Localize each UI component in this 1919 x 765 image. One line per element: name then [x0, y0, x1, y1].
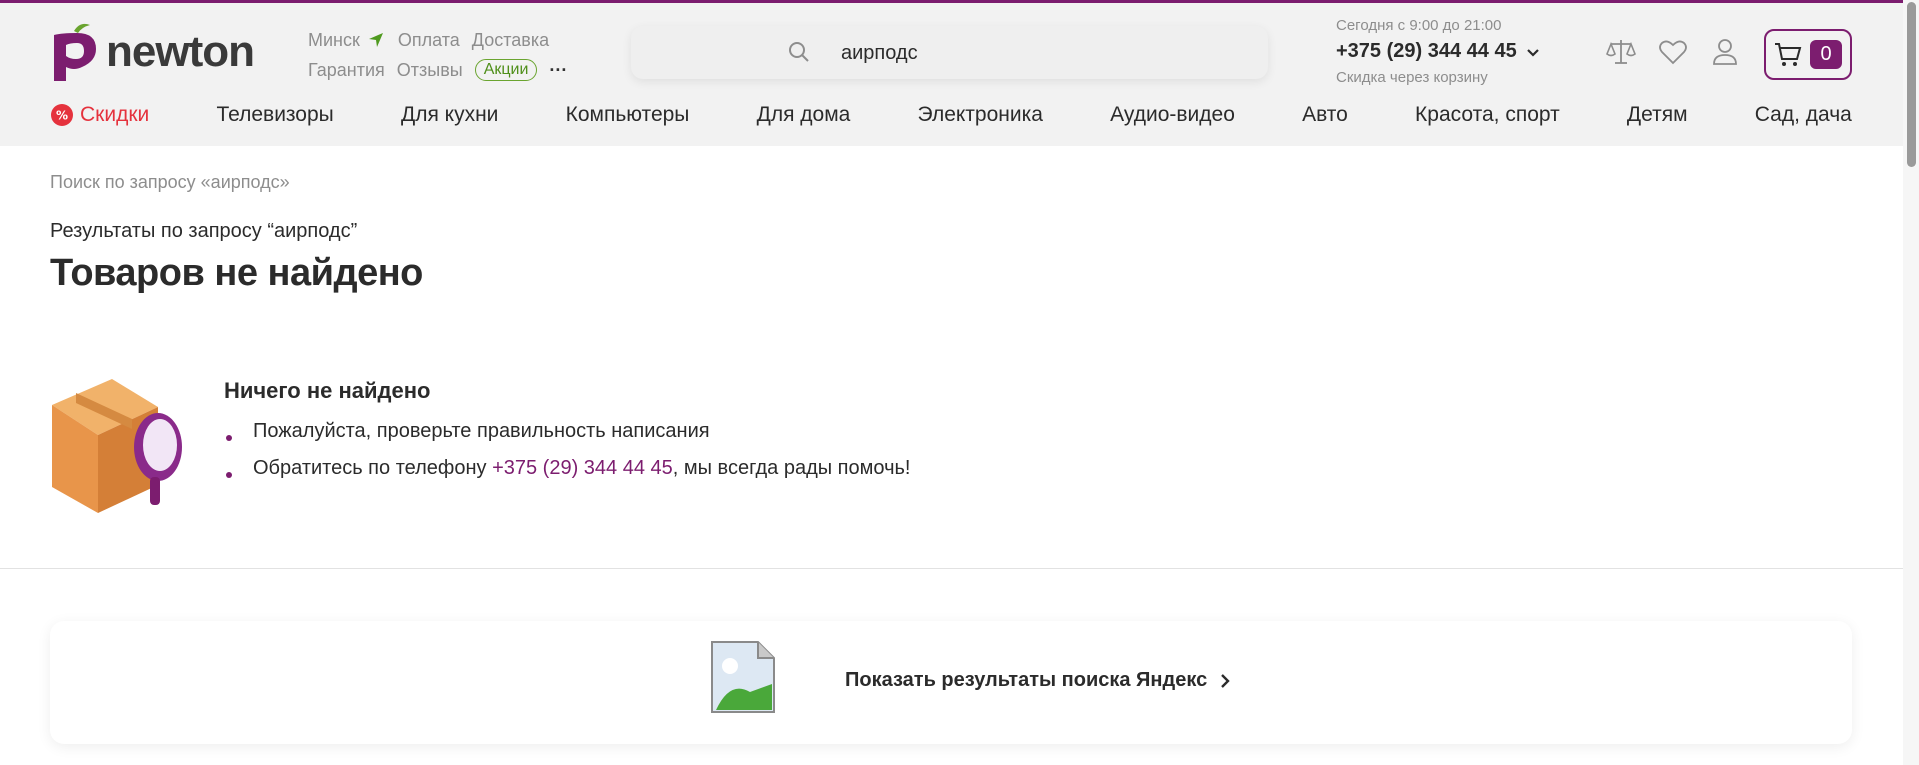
header-icons: [1605, 36, 1761, 68]
cart-count: 0: [1810, 40, 1842, 69]
list-item: Пожалуйста, проверьте правильность напис…: [224, 420, 910, 457]
page-scrollbar[interactable]: [1903, 0, 1919, 765]
suggestions-list: Пожалуйста, проверьте правильность напис…: [224, 420, 910, 494]
heart-icon: [1659, 40, 1687, 65]
nav-item-home[interactable]: Для дома: [757, 103, 851, 127]
nav-item-audio-video[interactable]: Аудио-видео: [1110, 103, 1235, 127]
yandex-results-link[interactable]: Показать результаты поиска Яндекс: [845, 669, 1233, 692]
box-magnifier-icon: [52, 379, 182, 513]
breadcrumb: Поиск по запросу «аирподс»: [50, 172, 290, 192]
search-bar: [631, 26, 1268, 79]
nav-item-garden[interactable]: Сад, дача: [1755, 103, 1852, 127]
nav-item-electronics[interactable]: Электроника: [918, 103, 1043, 127]
results-label: Результаты по запросу “аирподс”: [50, 220, 358, 242]
section-divider: [0, 568, 1903, 569]
nav-item-kids[interactable]: Детям: [1627, 103, 1688, 127]
broken-image-icon: [711, 641, 775, 713]
city-link[interactable]: Минск: [308, 30, 360, 51]
chevron-right-icon: [1221, 673, 1230, 688]
location-arrow-icon: [368, 33, 383, 47]
chevron-down-icon[interactable]: [1525, 44, 1541, 60]
phone-number[interactable]: +375 (29) 344 44 45: [1336, 40, 1517, 63]
promo-link[interactable]: Акции: [474, 59, 538, 81]
tip-spelling: Пожалуйста, проверьте правильность напис…: [253, 420, 710, 442]
discount-badge-icon: %: [51, 104, 73, 126]
scales-icon: [1606, 40, 1636, 64]
nav-item-computers[interactable]: Компьютеры: [566, 103, 690, 127]
favorites-button[interactable]: [1657, 36, 1689, 68]
warranty-link[interactable]: Гарантия: [308, 60, 385, 81]
cart-icon: [1775, 42, 1802, 66]
reviews-link[interactable]: Отзывы: [397, 60, 463, 81]
yandex-results-label: Показать результаты поиска Яндекс: [845, 669, 1208, 691]
payment-link[interactable]: Оплата: [398, 30, 460, 51]
working-hours: Сегодня с 9:00 до 21:00: [1336, 17, 1502, 34]
tip-call-prefix: Обратитесь по телефону: [253, 457, 493, 479]
search-input[interactable]: [841, 38, 1241, 68]
category-nav: % Скидки Телевизоры Для кухни Компьютеры…: [50, 103, 1852, 127]
compare-button[interactable]: [1605, 36, 1637, 68]
logo[interactable]: newton: [50, 21, 255, 83]
contact-block: Сегодня с 9:00 до 21:00 +375 (29) 344 44…: [1336, 17, 1541, 86]
tip-call-suffix: , мы всегда рады помочь!: [672, 457, 911, 479]
page-title: Товаров не найдено: [50, 252, 423, 294]
site-header: newton Минск Оплата Доставка Гарантия От…: [0, 3, 1903, 146]
nav-item-beauty-sport[interactable]: Красота, спорт: [1415, 103, 1560, 127]
scrollbar-thumb[interactable]: [1907, 2, 1916, 167]
nav-item-sale[interactable]: % Скидки: [50, 103, 149, 127]
logo-icon: [54, 23, 96, 81]
phone-dropdown[interactable]: +375 (29) 344 44 45: [1336, 40, 1541, 63]
support-phone-link[interactable]: +375 (29) 344 44 45: [492, 457, 673, 479]
nav-item-tv[interactable]: Телевизоры: [216, 103, 333, 127]
nav-sale-label: Скидки: [80, 103, 150, 126]
header-links: Минск Оплата Доставка Гарантия Отзывы Ак…: [308, 25, 579, 85]
logo-text: newton: [106, 27, 255, 76]
delivery-link[interactable]: Доставка: [472, 30, 549, 51]
account-button[interactable]: [1709, 36, 1741, 68]
nav-item-auto[interactable]: Авто: [1302, 103, 1348, 127]
svg-text:%: %: [56, 109, 68, 123]
discount-note: Скидка через корзину: [1336, 69, 1488, 86]
empty-box-illustration: [48, 377, 190, 520]
user-icon: [1713, 39, 1737, 65]
nav-item-kitchen[interactable]: Для кухни: [401, 103, 498, 127]
list-item: Обратитесь по телефону +375 (29) 344 44 …: [224, 457, 910, 494]
search-icon[interactable]: [787, 40, 811, 64]
more-links-button[interactable]: ···: [549, 60, 567, 81]
yandex-search-card: Показать результаты поиска Яндекс: [50, 621, 1852, 744]
cart-button[interactable]: 0: [1764, 29, 1852, 80]
not-found-title: Ничего не найдено: [224, 378, 431, 403]
